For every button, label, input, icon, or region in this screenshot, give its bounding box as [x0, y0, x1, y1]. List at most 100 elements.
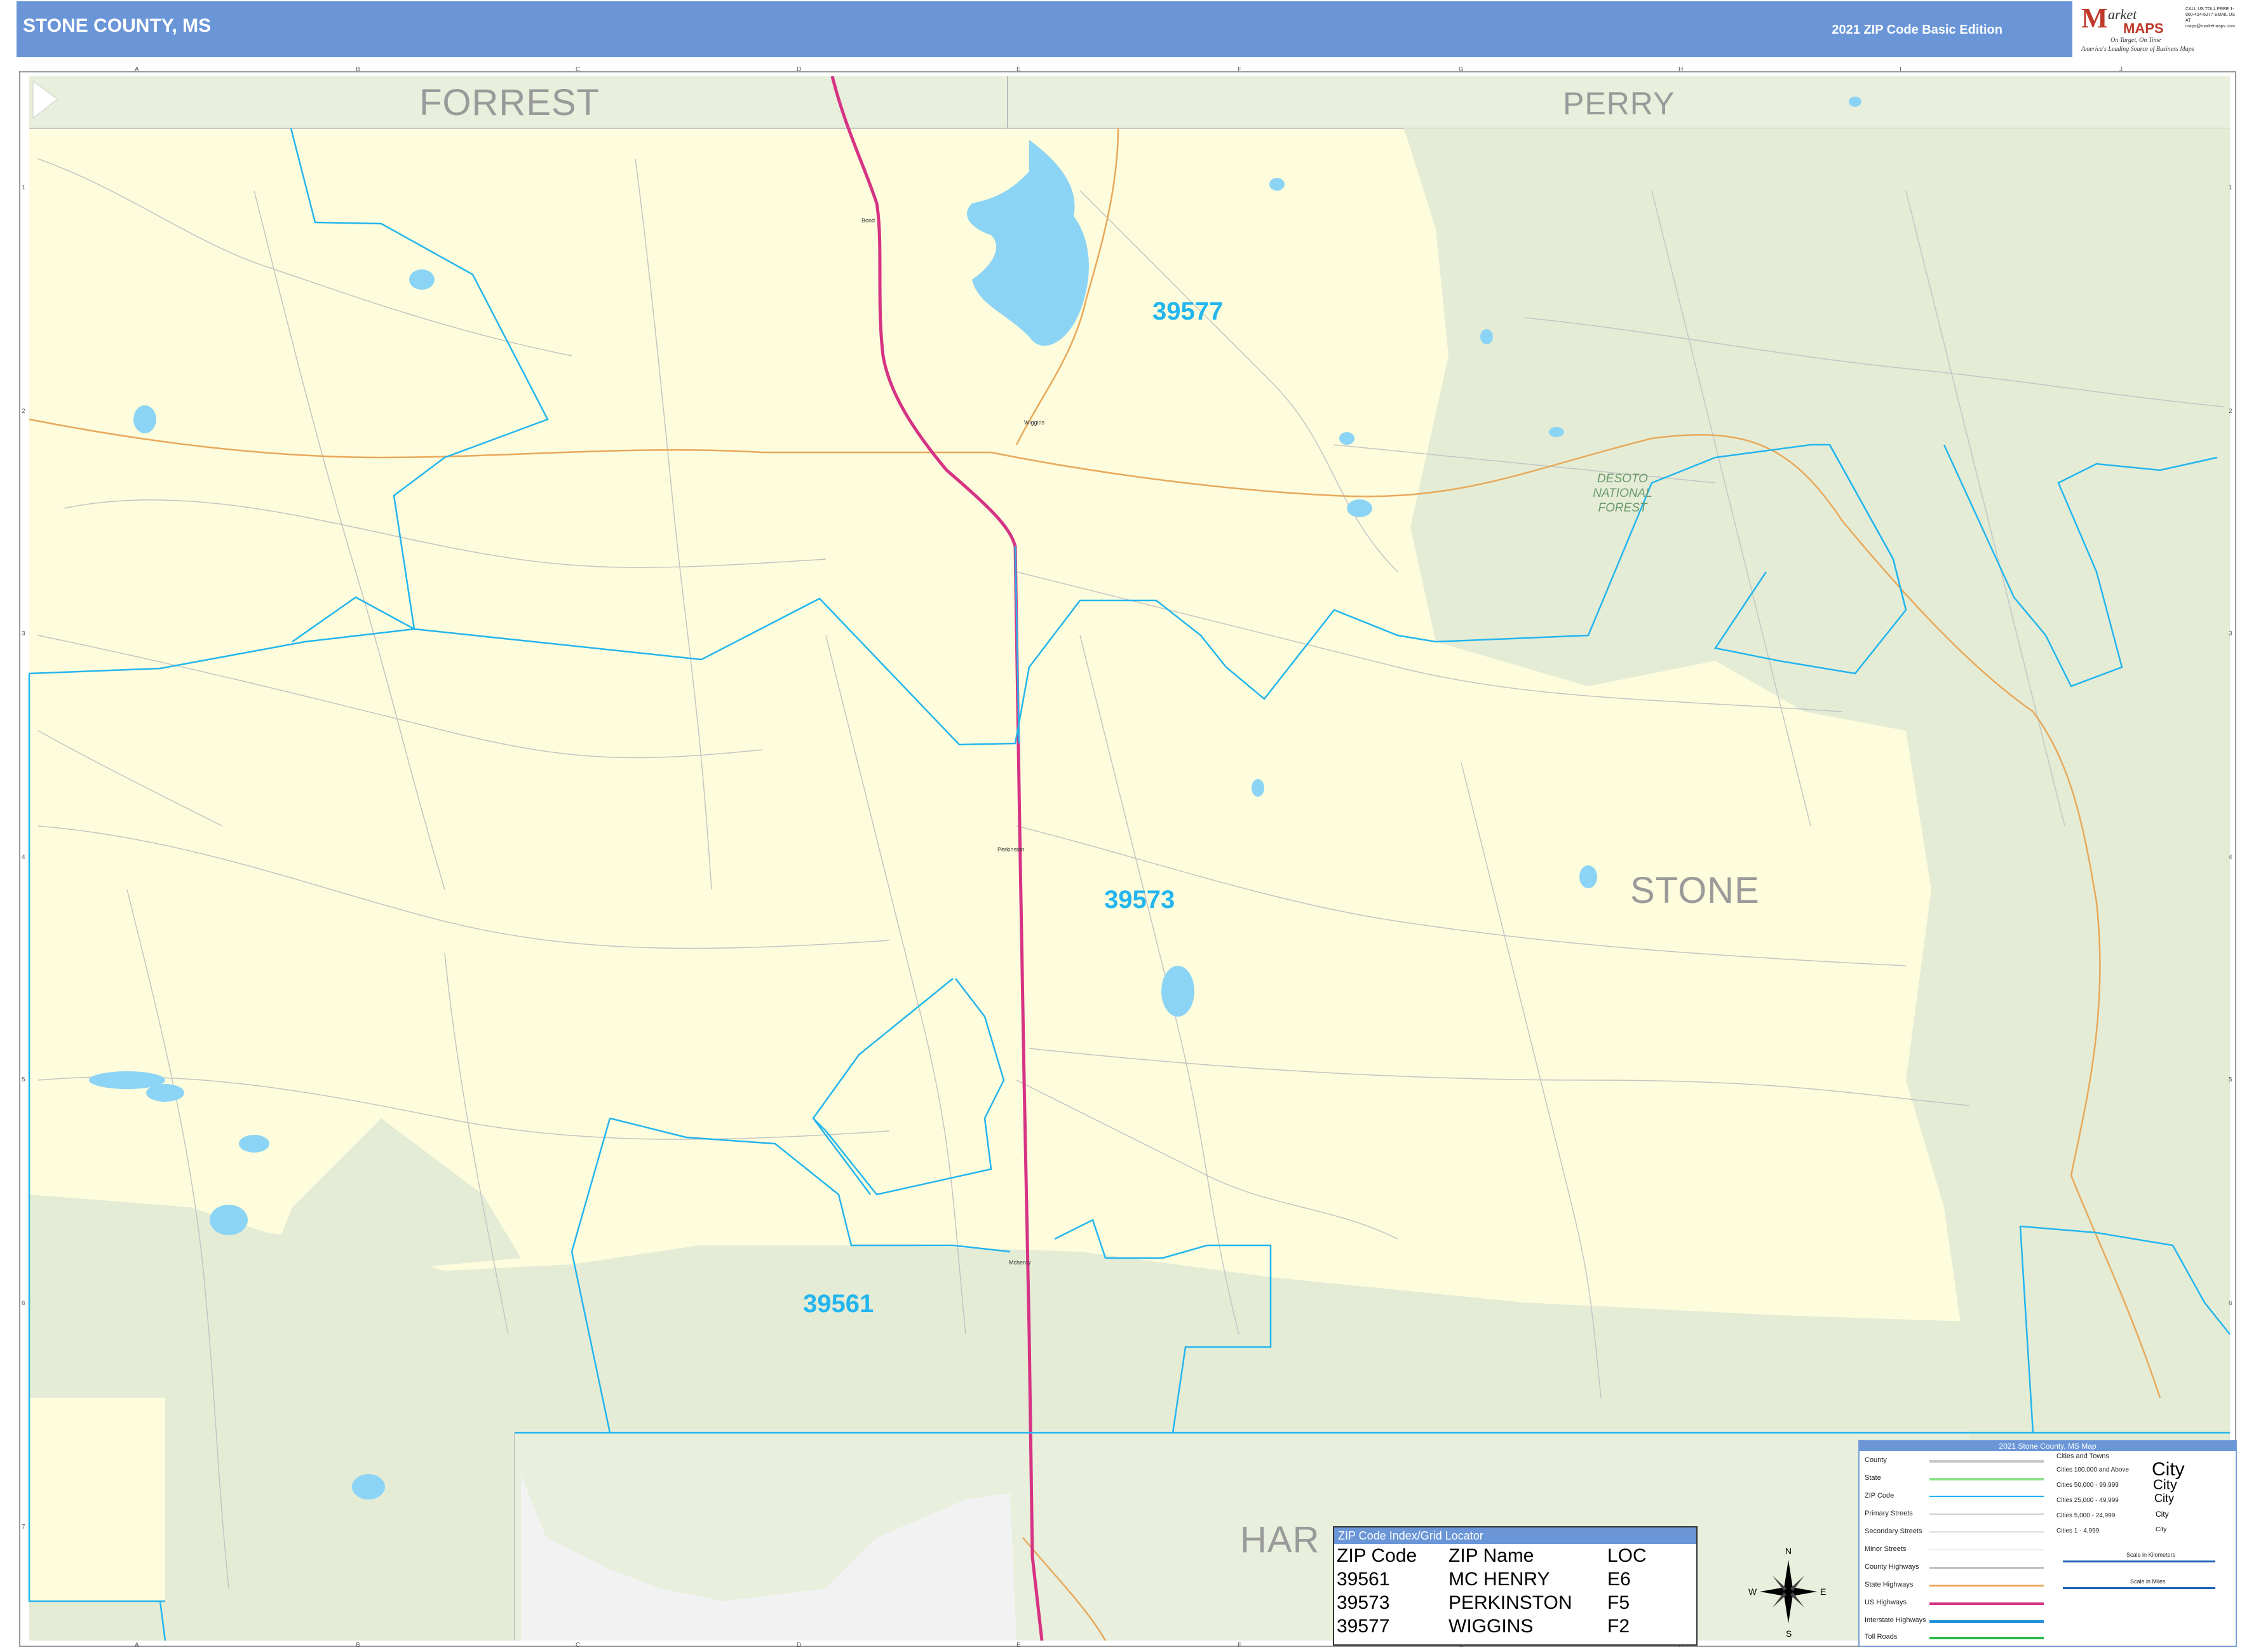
compass-w: W — [1748, 1587, 1757, 1597]
legend-interstate: Interstate Highways — [1865, 1616, 1926, 1624]
legend-state-hwy-swatch — [1929, 1585, 2044, 1587]
zip-index-col-name: ZIP Name — [1449, 1545, 1534, 1566]
grid-letter-b: B — [356, 66, 360, 73]
legend-county-hwy-swatch — [1929, 1567, 2044, 1569]
zip-index-col-zip: ZIP Code — [1337, 1545, 1417, 1566]
forest-line-3: FOREST — [1598, 501, 1647, 515]
zip-index-header-row: ZIP Code ZIP Name LOC — [1337, 1544, 1647, 1567]
grid-letter-g: G — [1459, 66, 1464, 73]
forest-line-1: DESOTO — [1597, 472, 1648, 485]
compass-e: E — [1820, 1587, 1826, 1597]
town-wiggins[interactable]: Wiggins — [1024, 419, 1044, 426]
grid-number-6: 6 — [22, 1300, 25, 1307]
legend-scale-mi: Scale in Miles — [2130, 1578, 2166, 1585]
desoto-forest-label: DESOTO NATIONAL FOREST — [1572, 471, 1673, 515]
zip-index-box: ZIP Code Index/Grid Locator ZIP Code ZIP… — [1333, 1526, 1698, 1646]
zip-name-cell: PERKINSTON — [1449, 1592, 1572, 1613]
grid-letter-j: J — [2119, 66, 2123, 73]
legend-title: 2021 Stone County, MS Map — [1860, 1441, 2236, 1451]
legend-scale-km: Scale in Kilometers — [2126, 1552, 2176, 1558]
map-legend: 2021 Stone County, MS Map County State Z… — [1858, 1440, 2237, 1647]
zip-cell: 39561 — [1337, 1569, 1390, 1590]
legend-secondary-swatch — [1929, 1531, 2044, 1533]
zip-loc-cell: F5 — [1607, 1592, 1630, 1613]
legend-interstate-swatch — [1929, 1620, 2044, 1623]
grid-letter-f: F — [1238, 66, 1242, 73]
legend-minor-swatch — [1929, 1549, 2044, 1550]
legend-state: State — [1865, 1474, 1881, 1482]
table-row[interactable]: 39577 WIGGINS F2 — [1337, 1615, 1647, 1638]
zip-index-col-loc: LOC — [1607, 1545, 1647, 1566]
legend-secondary: Secondary Streets — [1865, 1527, 1922, 1535]
legend-city-tier-2: Cities 50,000 - 99,999 — [2056, 1482, 2119, 1489]
legend-state-swatch — [1929, 1478, 2044, 1480]
grid-number-3-right: 3 — [2229, 630, 2232, 637]
grid-letter-c-bottom: C — [576, 1642, 581, 1649]
zip-label-39573[interactable]: 39573 — [1104, 886, 1175, 914]
county-label-harrison: HAR — [1240, 1519, 1320, 1561]
zip-loc-cell: E6 — [1607, 1569, 1631, 1590]
zip-label-39577[interactable]: 39577 — [1152, 297, 1223, 326]
grid-number-7: 7 — [22, 1524, 25, 1531]
legend-city-sample-3: City — [2154, 1492, 2174, 1505]
compass-s: S — [1786, 1628, 1792, 1639]
zip-label-39561[interactable]: 39561 — [803, 1290, 874, 1318]
grid-number-4: 4 — [22, 854, 25, 861]
legend-primary: Primary Streets — [1865, 1510, 1913, 1517]
town-bond[interactable]: Bond — [861, 217, 875, 224]
zip-cell: 39573 — [1337, 1592, 1390, 1613]
legend-scale-mi-bar — [2063, 1587, 2215, 1589]
county-label-perry: PERRY — [1563, 86, 1675, 121]
zip-cell: 39577 — [1337, 1616, 1390, 1637]
grid-letter-a-bottom: A — [135, 1642, 139, 1649]
grid-letter-e-bottom: E — [1016, 1642, 1021, 1649]
forest-line-2: NATIONAL — [1593, 487, 1652, 500]
legend-toll-swatch — [1929, 1637, 2044, 1639]
grid-letter-a: A — [135, 66, 139, 73]
grid-letter-b-bottom: B — [356, 1642, 360, 1649]
town-mchenry[interactable]: Mchenry — [1009, 1259, 1031, 1266]
legend-us-hwy: US Highways — [1865, 1599, 1907, 1606]
legend-city-tier-1: Cities 100,000 and Above — [2056, 1466, 2129, 1473]
table-row[interactable]: 39573 PERKINSTON F5 — [1337, 1591, 1647, 1615]
grid-number-2: 2 — [22, 408, 25, 415]
grid-letter-i: I — [1900, 66, 1901, 73]
zip-index-table: ZIP Code ZIP Name LOC 39561 MC HENRY E6 … — [1337, 1544, 1647, 1638]
grid-number-3: 3 — [22, 630, 25, 637]
compass-n: N — [1785, 1546, 1792, 1556]
county-label-stone: STONE — [1630, 870, 1760, 911]
county-label-forrest: FORREST — [419, 82, 600, 123]
legend-county-swatch — [1929, 1460, 2044, 1463]
grid-number-4-right: 4 — [2229, 854, 2232, 861]
zip-name-cell: MC HENRY — [1449, 1569, 1550, 1590]
grid-number-6-right: 6 — [2229, 1300, 2232, 1307]
grid-number-5: 5 — [22, 1076, 25, 1083]
map-canvas[interactable] — [0, 0, 2242, 1652]
grid-letter-f-bottom: F — [1238, 1642, 1242, 1649]
zip-index-title: ZIP Code Index/Grid Locator — [1334, 1527, 1696, 1544]
legend-city-tier-3: Cities 25,000 - 49,999 — [2056, 1497, 2119, 1504]
grid-number-2-right: 2 — [2229, 408, 2232, 415]
legend-cities-title: Cities and Towns — [2056, 1452, 2109, 1460]
legend-city-sample-4: City — [2156, 1510, 2169, 1519]
compass-rose-icon: N S E W — [1748, 1546, 1826, 1639]
grid-number-1-right: 1 — [2229, 184, 2232, 191]
legend-city-tier-5: Cities 1 - 4,999 — [2056, 1527, 2100, 1534]
legend-county: County — [1865, 1456, 1887, 1464]
grid-number-1: 1 — [22, 184, 25, 191]
legend-city-sample-2: City — [2153, 1477, 2177, 1493]
legend-minor: Minor Streets — [1865, 1545, 1907, 1553]
grid-number-5-right: 5 — [2229, 1076, 2232, 1083]
grid-letter-d: D — [797, 66, 802, 73]
legend-primary-swatch — [1929, 1513, 2044, 1515]
town-perkinston[interactable]: Perkinston — [997, 846, 1025, 853]
grid-letter-c: C — [576, 66, 581, 73]
legend-scale-km-bar — [2063, 1561, 2215, 1562]
table-row[interactable]: 39561 MC HENRY E6 — [1337, 1567, 1647, 1591]
legend-county-hwy: County Highways — [1865, 1563, 1919, 1571]
grid-letter-e: E — [1016, 66, 1021, 73]
legend-zip: ZIP Code — [1865, 1492, 1894, 1500]
legend-city-tier-4: Cities 5,000 - 24,999 — [2056, 1512, 2116, 1519]
legend-state-hwy: State Highways — [1865, 1581, 1914, 1588]
legend-zip-swatch — [1929, 1496, 2044, 1497]
